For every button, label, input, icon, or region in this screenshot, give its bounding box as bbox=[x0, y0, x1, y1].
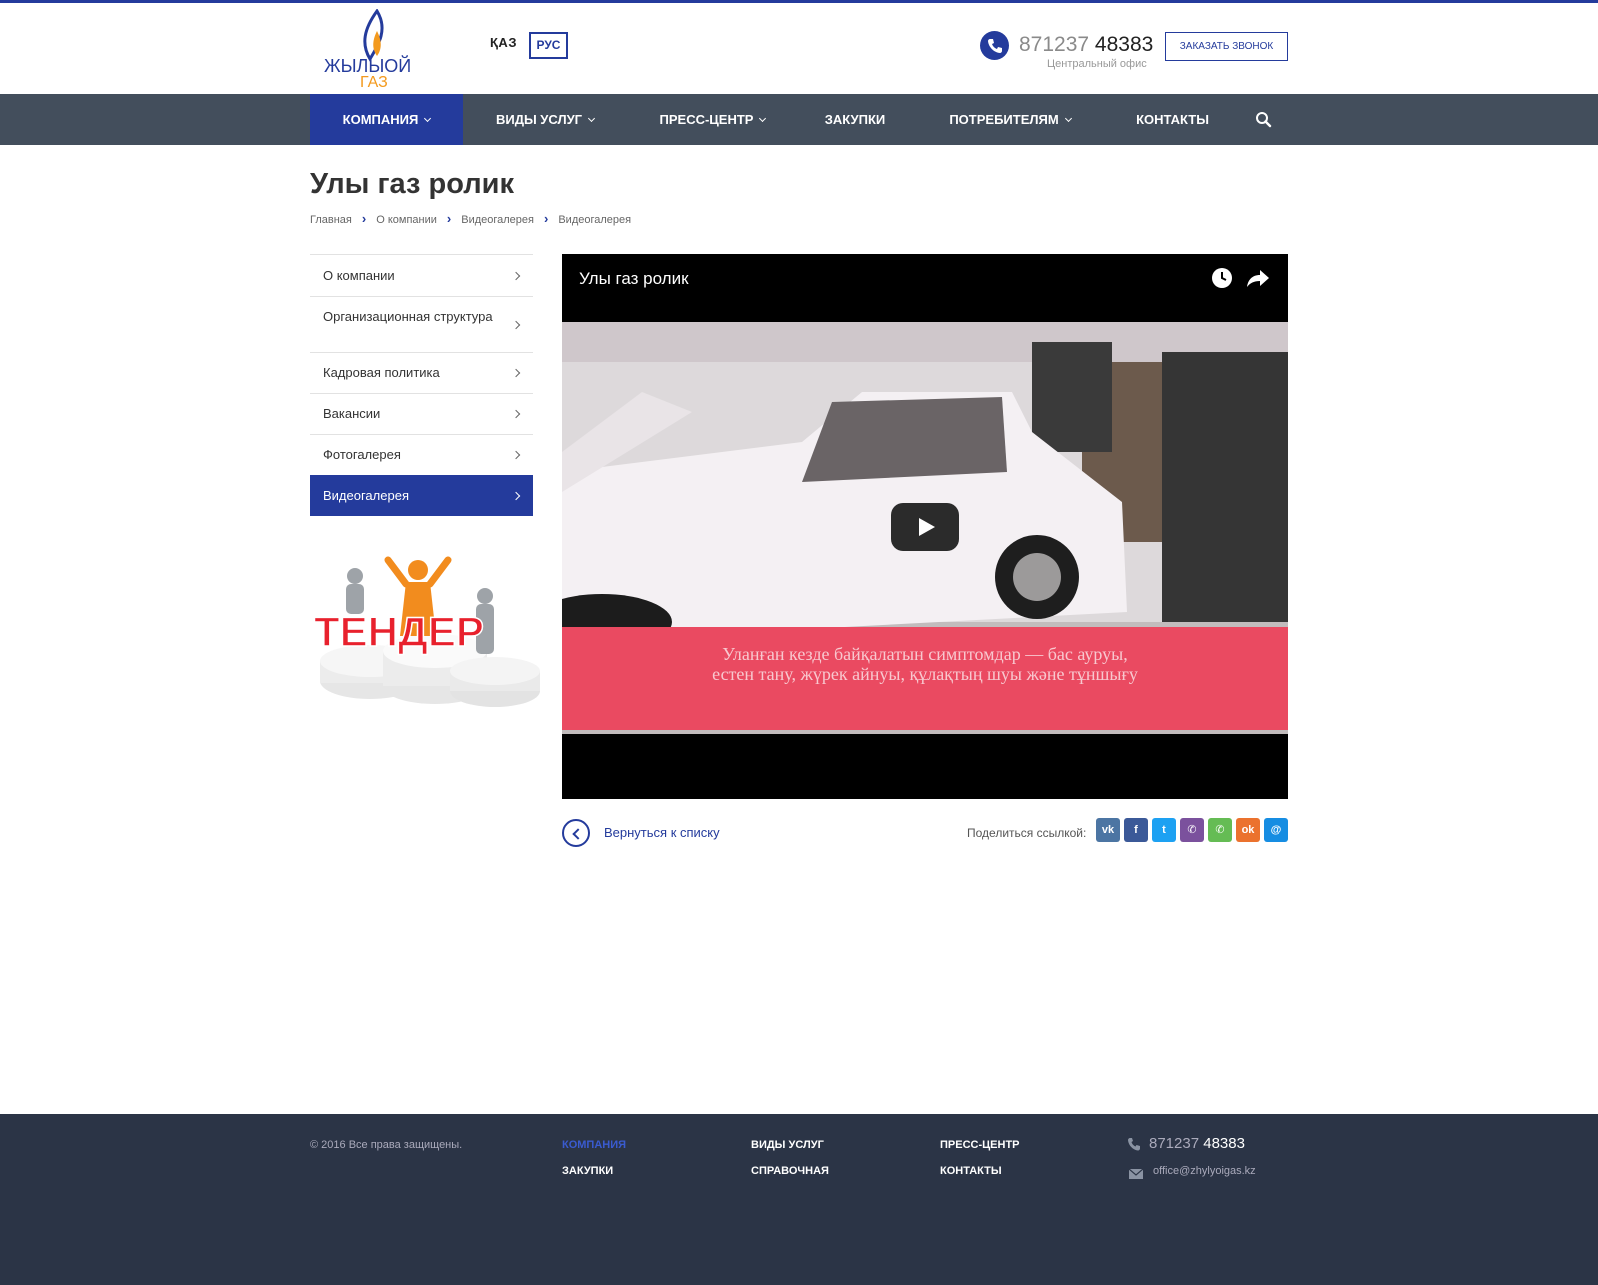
moimir-share-button[interactable]: @ bbox=[1264, 818, 1288, 842]
footer-link-company[interactable]: КОМПАНИЯ bbox=[562, 1139, 626, 1151]
vk-icon: vk bbox=[1101, 824, 1115, 836]
chevron-right-icon: › bbox=[446, 211, 452, 226]
phone-main: 48383 bbox=[1094, 33, 1154, 56]
sidebar-item-vacancies[interactable]: Вакансии bbox=[310, 393, 533, 434]
viber-share-button[interactable]: ✆ bbox=[1180, 818, 1204, 842]
nav-label: ЗАКУПКИ bbox=[824, 112, 886, 127]
chevron-down-icon bbox=[759, 114, 767, 123]
nav-item-company[interactable]: КОМПАНИЯ bbox=[310, 94, 463, 145]
sidebar-item-label: Кадровая политика bbox=[323, 365, 440, 380]
sidebar-item-structure[interactable]: Организационная структура bbox=[310, 296, 533, 352]
lang-kaz-link[interactable]: ҚАЗ bbox=[490, 35, 517, 50]
nav-item-purchases[interactable]: ЗАКУПКИ bbox=[810, 94, 900, 145]
sidebar-item-video-gallery[interactable]: Видеогалерея bbox=[310, 475, 533, 516]
nav-item-services[interactable]: ВИДЫ УСЛУГ bbox=[480, 94, 610, 145]
share-icon[interactable] bbox=[1246, 267, 1270, 289]
nav-item-contacts[interactable]: КОНТАКТЫ bbox=[1125, 94, 1220, 145]
footer-phone-main: 48383 bbox=[1203, 1135, 1245, 1152]
sidebar-item-label: Видеогалерея bbox=[323, 488, 409, 503]
sidebar-item-label: Фотогалерея bbox=[323, 447, 401, 462]
phone-icon bbox=[1128, 1138, 1140, 1151]
vk-share-button[interactable]: vk bbox=[1096, 818, 1120, 842]
footer-link-press[interactable]: ПРЕСС-ЦЕНТР bbox=[940, 1139, 1020, 1151]
sidebar-item-hr-policy[interactable]: Кадровая политика bbox=[310, 352, 533, 393]
facebook-icon: f bbox=[1134, 824, 1138, 836]
footer-phone[interactable]: 871237 48383 bbox=[1149, 1135, 1245, 1152]
sidebar-item-label: Вакансии bbox=[323, 406, 381, 421]
sidebar-item-label: Организационная структура bbox=[323, 309, 493, 324]
video-subtitle-band: Уланған кезде байқалатын симптомдар — ба… bbox=[562, 627, 1288, 730]
chevron-right-icon bbox=[511, 450, 521, 460]
main-nav: КОМПАНИЯ ВИДЫ УСЛУГ ПРЕСС-ЦЕНТР ЗАКУПКИ … bbox=[0, 94, 1598, 145]
phone-icon bbox=[980, 31, 1009, 60]
search-icon[interactable] bbox=[1255, 111, 1272, 128]
nav-item-press[interactable]: ПРЕСС-ЦЕНТР bbox=[645, 94, 780, 145]
lang-rus-link[interactable]: РУС bbox=[529, 32, 568, 59]
tender-text: ТЕНДЕР bbox=[314, 608, 484, 655]
breadcrumb: Главная › О компании › Видеогалерея › Видеогал… bbox=[310, 211, 631, 226]
twitter-share-button[interactable]: t bbox=[1152, 818, 1176, 842]
viber-icon: ✆ bbox=[1187, 824, 1197, 836]
facebook-share-button[interactable]: f bbox=[1124, 818, 1148, 842]
watch-later-icon[interactable] bbox=[1211, 267, 1233, 289]
breadcrumb-current: Видеогалерея bbox=[558, 214, 632, 226]
back-arrow-icon[interactable] bbox=[562, 819, 590, 847]
phone-caption: Центральный офис bbox=[1047, 58, 1147, 70]
sidebar-menu: О компании Организационная структура Кад… bbox=[310, 254, 533, 516]
phone-prefix: 871237 bbox=[1019, 33, 1090, 56]
footer-link-purchases[interactable]: ЗАКУПКИ bbox=[562, 1165, 613, 1177]
callback-button[interactable]: ЗАКАЗАТЬ ЗВОНОК bbox=[1165, 32, 1288, 61]
nav-label: ПРЕСС-ЦЕНТР bbox=[659, 112, 754, 127]
chevron-right-icon bbox=[511, 409, 521, 419]
page-title: Улы газ ролик bbox=[310, 168, 514, 200]
mail-icon bbox=[1129, 1169, 1143, 1179]
logo-text-bottom: ГАЗ bbox=[360, 74, 388, 89]
nav-label: КОМПАНИЯ bbox=[342, 112, 419, 127]
share-label: Поделиться ссылкой: bbox=[967, 826, 1087, 840]
video-subtitle-line: естен тану, жүрек айнуы, құлақтың шуы жә… bbox=[712, 664, 1138, 684]
company-logo[interactable]: ЖЫЛЫОЙ ГАЗ bbox=[320, 9, 420, 89]
whatsapp-icon: ✆ bbox=[1215, 824, 1225, 836]
footer-link-contacts[interactable]: КОНТАКТЫ bbox=[940, 1165, 1002, 1177]
whatsapp-share-button[interactable]: ✆ bbox=[1208, 818, 1232, 842]
site-header: ЖЫЛЫОЙ ГАЗ ҚАЗ РУС 871237 48383 Централь… bbox=[0, 3, 1598, 94]
video-player[interactable]: Улы газ ролик Уланған кезде байқалатын с… bbox=[562, 254, 1288, 799]
back-to-list-link[interactable]: Вернуться к списку bbox=[604, 825, 720, 840]
odnoklassniki-icon: ok bbox=[1241, 824, 1255, 836]
tender-banner[interactable]: ТЕНДЕР bbox=[310, 556, 550, 726]
nav-label: ВИДЫ УСЛУГ bbox=[495, 112, 583, 127]
video-title: Улы газ ролик bbox=[579, 269, 689, 288]
footer-link-services[interactable]: ВИДЫ УСЛУГ bbox=[751, 1139, 824, 1151]
twitter-icon: t bbox=[1162, 824, 1166, 836]
chevron-right-icon bbox=[511, 320, 521, 329]
odnoklassniki-share-button[interactable]: ok bbox=[1236, 818, 1260, 842]
nav-label: КОНТАКТЫ bbox=[1136, 112, 1209, 127]
chevron-right-icon: › bbox=[361, 211, 367, 226]
chevron-right-icon bbox=[511, 368, 521, 378]
logo-text-top: ЖЫЛЫОЙ bbox=[324, 55, 411, 76]
nav-item-consumers[interactable]: ПОТРЕБИТЕЛЯМ bbox=[935, 94, 1085, 145]
chevron-down-icon bbox=[1064, 114, 1072, 123]
sidebar-item-photo-gallery[interactable]: Фотогалерея bbox=[310, 434, 533, 475]
chevron-right-icon bbox=[511, 271, 521, 280]
breadcrumb-item[interactable]: О компании bbox=[376, 214, 437, 226]
chevron-right-icon: › bbox=[544, 211, 549, 226]
footer-link-reference[interactable]: СПРАВОЧНАЯ bbox=[751, 1165, 829, 1177]
chevron-down-icon bbox=[424, 114, 432, 123]
header-phone[interactable]: 871237 48383 bbox=[1019, 33, 1153, 57]
breadcrumb-item[interactable]: Видеогалерея bbox=[461, 214, 534, 226]
play-button[interactable] bbox=[891, 503, 959, 551]
moimir-icon: @ bbox=[1270, 824, 1282, 836]
chevron-right-icon bbox=[511, 491, 521, 501]
nav-label: ПОТРЕБИТЕЛЯМ bbox=[949, 112, 1059, 127]
breadcrumb-item[interactable]: Главная bbox=[310, 214, 352, 226]
video-subtitle-line: Уланған кезде байқалатын симптомдар — ба… bbox=[722, 644, 1128, 664]
sidebar-item-about[interactable]: О компании bbox=[310, 254, 533, 296]
footer-phone-prefix: 871237 bbox=[1149, 1135, 1200, 1152]
chevron-down-icon bbox=[587, 114, 596, 123]
copyright: © 2016 Все права защищены. bbox=[310, 1139, 463, 1151]
footer-email[interactable]: office@zhylyoigas.kz bbox=[1153, 1165, 1256, 1177]
sidebar-item-label: О компании bbox=[323, 268, 395, 283]
